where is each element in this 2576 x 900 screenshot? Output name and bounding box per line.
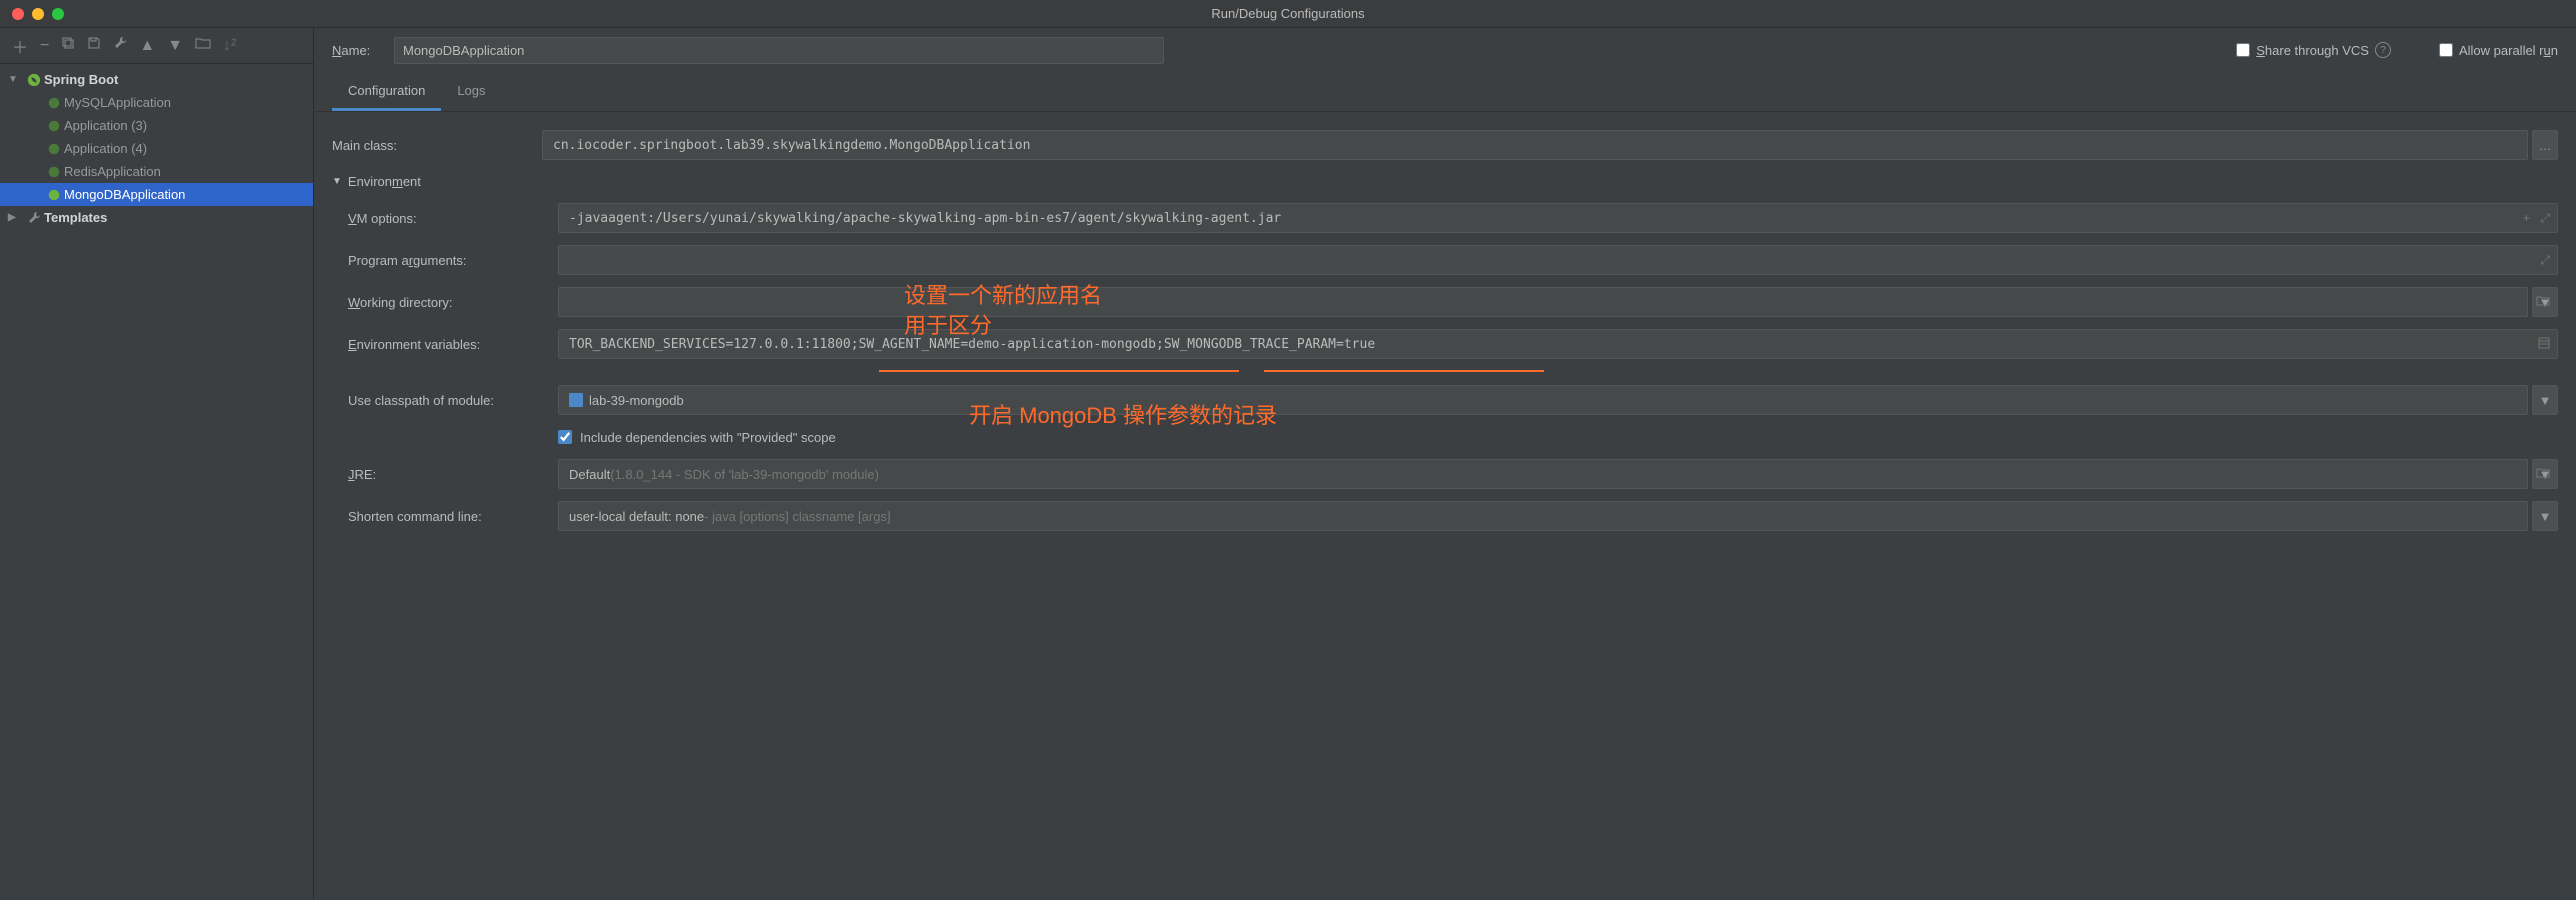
- chevron-down-icon: ▼: [332, 176, 342, 187]
- chevron-down-icon: ▼: [8, 74, 24, 85]
- maximize-icon[interactable]: [52, 8, 64, 20]
- add-icon[interactable]: ＋: [12, 34, 28, 58]
- info-icon[interactable]: ?: [2375, 42, 2391, 58]
- remove-icon[interactable]: −: [40, 37, 49, 55]
- env-vars-input[interactable]: TOR_BACKEND_SERVICES=127.0.0.1:11800;SW_…: [558, 329, 2558, 359]
- main-class-input[interactable]: cn.iocoder.springboot.lab39.skywalkingde…: [542, 130, 2528, 160]
- spring-boot-icon: [44, 96, 64, 110]
- shorten-select[interactable]: user-local default: none - java [options…: [558, 501, 2528, 531]
- parallel-label: Allow parallel run: [2459, 43, 2558, 58]
- name-label: Name:: [332, 43, 382, 58]
- tab-configuration[interactable]: Configuration: [332, 73, 441, 111]
- spring-boot-icon: [44, 142, 64, 156]
- wrench-icon: [24, 211, 44, 225]
- copy-icon[interactable]: [61, 36, 75, 55]
- dropdown-button[interactable]: ▼: [2532, 501, 2558, 531]
- config-tree: ▼ Spring Boot MySQLApplication Applicati…: [0, 64, 313, 233]
- tree-item-label: RedisApplication: [64, 164, 161, 179]
- module-icon: [569, 393, 583, 407]
- checkbox-icon[interactable]: [2236, 43, 2250, 57]
- tree-item-app4[interactable]: Application (4): [0, 137, 313, 160]
- minimize-icon[interactable]: [32, 8, 44, 20]
- program-args-label: Program arguments:: [348, 253, 558, 268]
- name-input[interactable]: [394, 37, 1164, 64]
- folder-icon[interactable]: [195, 36, 211, 55]
- share-vcs-checkbox[interactable]: Share through VCS ?: [2236, 42, 2391, 58]
- shorten-label: Shorten command line:: [348, 509, 558, 524]
- tab-bar: Configuration Logs: [314, 72, 2576, 112]
- sidebar: ＋ − ▲ ▼ ↓² ▼ Spring Bo: [0, 28, 314, 900]
- tree-item-app3[interactable]: Application (3): [0, 114, 313, 137]
- dropdown-button[interactable]: ▼: [2532, 287, 2558, 317]
- dropdown-button[interactable]: ▼: [2532, 385, 2558, 415]
- chevron-right-icon: ▶: [8, 212, 24, 223]
- classpath-label: Use classpath of module:: [348, 393, 558, 408]
- close-icon[interactable]: [12, 8, 24, 20]
- tree-item-label: Application (3): [64, 118, 147, 133]
- tab-logs[interactable]: Logs: [441, 73, 501, 111]
- tree-item-label: MongoDBApplication: [64, 187, 185, 202]
- spring-boot-icon: [44, 188, 64, 202]
- spring-boot-icon: [24, 73, 44, 87]
- tree-item-label: Application (4): [64, 141, 147, 156]
- tree-item-mongodb[interactable]: MongoDBApplication: [0, 183, 313, 206]
- program-args-input[interactable]: [558, 245, 2558, 275]
- working-dir-input[interactable]: [558, 287, 2528, 317]
- env-vars-label: Environment variables:: [348, 337, 558, 352]
- allow-parallel-checkbox[interactable]: Allow parallel run: [2439, 43, 2558, 58]
- title-bar: Run/Debug Configurations: [0, 0, 2576, 28]
- tree-group-label: Spring Boot: [44, 72, 118, 87]
- main-class-label: Main class:: [332, 138, 542, 153]
- include-provided-checkbox[interactable]: Include dependencies with "Provided" sco…: [558, 430, 2558, 445]
- include-provided-label: Include dependencies with "Provided" sco…: [580, 430, 836, 445]
- spring-boot-icon: [44, 119, 64, 133]
- checkbox-icon[interactable]: [558, 430, 572, 444]
- tree-group-templates[interactable]: ▶ Templates: [0, 206, 313, 229]
- working-dir-label: Working directory:: [348, 295, 558, 310]
- window-title: Run/Debug Configurations: [1211, 6, 1364, 21]
- sort-icon[interactable]: ↓²: [223, 37, 236, 55]
- vm-options-label: VM options:: [348, 211, 558, 226]
- browse-button[interactable]: …: [2532, 130, 2558, 160]
- checkbox-icon[interactable]: [2439, 43, 2453, 57]
- jre-label: JRE:: [348, 467, 558, 482]
- tree-group-label: Templates: [44, 210, 107, 225]
- up-icon[interactable]: ▲: [139, 37, 155, 55]
- classpath-select[interactable]: lab-39-mongodb: [558, 385, 2528, 415]
- sidebar-toolbar: ＋ − ▲ ▼ ↓²: [0, 28, 313, 64]
- tree-item-redis[interactable]: RedisApplication: [0, 160, 313, 183]
- dropdown-button[interactable]: ▼: [2532, 459, 2558, 489]
- spring-boot-icon: [44, 165, 64, 179]
- environment-section[interactable]: ▼ Environment: [332, 166, 2558, 197]
- down-icon[interactable]: ▼: [167, 37, 183, 55]
- tree-group-spring-boot[interactable]: ▼ Spring Boot: [0, 68, 313, 91]
- tree-item-label: MySQLApplication: [64, 95, 171, 110]
- save-icon[interactable]: [87, 36, 101, 55]
- tree-item-mysql[interactable]: MySQLApplication: [0, 91, 313, 114]
- main-panel: Name: Share through VCS ? Allow parallel…: [314, 28, 2576, 900]
- share-label: Share through VCS: [2256, 43, 2369, 58]
- wrench-icon[interactable]: [113, 36, 127, 55]
- jre-select[interactable]: Default (1.8.0_144 - SDK of 'lab-39-mong…: [558, 459, 2528, 489]
- vm-options-input[interactable]: -javaagent:/Users/yunai/skywalking/apach…: [558, 203, 2558, 233]
- environment-label: Environment: [348, 174, 421, 189]
- traffic-lights: [0, 8, 64, 20]
